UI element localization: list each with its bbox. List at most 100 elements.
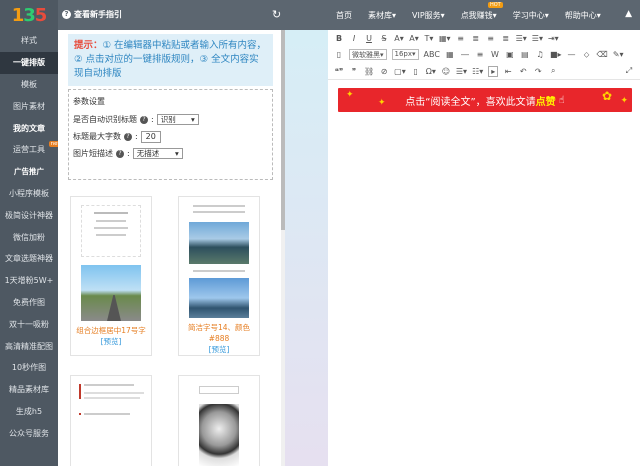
auto-title-value: 识别 xyxy=(160,115,176,124)
max-title-input[interactable]: 20 xyxy=(140,130,161,143)
bold-icon[interactable]: B xyxy=(334,34,344,43)
sidebar-item-free-drawing[interactable]: 免费作图 xyxy=(0,292,58,314)
sidebar-item-images[interactable]: 图片素材 xyxy=(0,95,58,117)
nav-help[interactable]: 帮助中心▾ xyxy=(565,10,601,21)
indent-icon[interactable]: ⇥▾ xyxy=(548,34,559,43)
format-painter-icon[interactable]: ▸ xyxy=(488,65,499,77)
frame-icon[interactable]: ▢▾ xyxy=(394,67,406,76)
help-icon[interactable]: ? xyxy=(116,149,124,158)
sidebar-item-10s-drawing[interactable]: 10秒作图 xyxy=(0,357,58,379)
img-desc-select[interactable]: 无描述 ▾ xyxy=(132,148,183,159)
preview-link[interactable]: [预览] xyxy=(71,336,151,347)
help-icon[interactable]: ? xyxy=(140,115,148,124)
undo-icon[interactable]: ↶ xyxy=(518,67,528,76)
params-title: 参数设置 xyxy=(73,97,105,106)
align-left-icon[interactable]: ≡ xyxy=(456,34,466,43)
gallery-icon[interactable]: ▤ xyxy=(520,50,530,59)
bell-icon[interactable]: ▲ xyxy=(625,9,632,19)
star-icon: ✦ xyxy=(620,96,628,106)
list-numbers-icon[interactable]: ☷▾ xyxy=(472,67,483,76)
auto-title-label: 是否自动识别标题 xyxy=(73,115,137,124)
minus-icon[interactable]: — xyxy=(567,50,577,59)
table-icon[interactable]: ▦▾ xyxy=(439,34,451,43)
help-icon[interactable]: ? xyxy=(124,132,132,141)
auto-title-select[interactable]: 识别 ▾ xyxy=(156,114,199,125)
redo-icon[interactable]: ↷ xyxy=(533,67,543,76)
preview-link[interactable]: [预览] xyxy=(179,344,259,355)
tip-box: 提示：① 在编辑器中粘贴或者输入所有内容，② 点击对应的一键排版规则，③ 全文内… xyxy=(68,34,273,86)
sidebar-section-ads: 广告推广 xyxy=(14,167,44,177)
sidebar-item-h5[interactable]: 生成h5 xyxy=(0,401,58,423)
sidebar-item-my-articles[interactable]: 我的文章 xyxy=(0,117,58,139)
list-bullets-icon[interactable]: ☰▾ xyxy=(456,67,467,76)
box-icon[interactable]: ▯ xyxy=(411,67,421,76)
highlight-icon[interactable]: A▾ xyxy=(409,34,419,43)
question-icon: ? xyxy=(62,10,71,19)
list-icon[interactable]: ☰▾ xyxy=(532,34,543,43)
omega-icon[interactable]: Ω▾ xyxy=(426,67,436,76)
refresh-icon[interactable]: ↻ xyxy=(272,8,281,21)
link-icon[interactable]: ⛓ xyxy=(364,67,374,76)
sidebar-item-hd-images[interactable]: 高清精准配图 xyxy=(0,335,58,357)
layout-panel: 提示：① 在编辑器中粘贴或者输入所有内容，② 点击对应的一键排版规则，③ 全文内… xyxy=(58,30,284,466)
nav-vip[interactable]: VIP服务▾ xyxy=(412,10,445,21)
chevron-down-icon: ▾ xyxy=(190,115,195,124)
align-center-icon[interactable]: ≣ xyxy=(471,34,481,43)
sidebar-item-double11[interactable]: 双十一吸粉 xyxy=(0,313,58,335)
italic-icon[interactable]: I xyxy=(349,34,359,43)
paragraph-icon[interactable]: ▯ xyxy=(334,50,344,59)
sidebar-item-ops-tools[interactable]: 运营工具 new xyxy=(0,139,64,161)
sidebar-item-premium[interactable]: 精品素材库 xyxy=(0,379,58,401)
music-icon[interactable]: ♫ xyxy=(535,50,545,59)
logo[interactable]: 135 xyxy=(0,0,58,30)
nav-materials[interactable]: 素材库▾ xyxy=(368,10,396,21)
nav-earn[interactable]: 点我赚钱▾ HOT xyxy=(461,1,503,21)
search-icon[interactable]: ⌕ xyxy=(548,66,558,76)
video-icon[interactable]: ■▸ xyxy=(550,50,562,59)
layout-card[interactable] xyxy=(70,375,152,466)
sidebar-item-miniprogram[interactable]: 小程序模板 xyxy=(0,183,58,205)
code-icon[interactable]: ≡ xyxy=(475,50,485,59)
font-size-select[interactable]: 16px▾ xyxy=(391,49,419,61)
sidebar-item-design[interactable]: 极简设计神器 xyxy=(0,204,58,226)
card-title: 组合边框居中17号字 xyxy=(76,326,146,335)
layout-card[interactable]: 简洁字号14、颜色#888 [预览] xyxy=(178,196,260,356)
font-family-value: 微软雅黑 xyxy=(352,51,380,60)
magic-icon[interactable]: ✎▾ xyxy=(613,50,624,59)
unlink-icon[interactable]: ⊘ xyxy=(379,67,389,76)
sidebar-item-styles[interactable]: 样式 xyxy=(0,30,58,52)
layout-card[interactable] xyxy=(178,375,260,466)
align-right-icon[interactable]: ≡ xyxy=(486,34,496,43)
line-height-icon[interactable]: ☰▾ xyxy=(516,34,527,43)
quote-icon[interactable]: ❝❞ xyxy=(334,67,344,76)
fullscreen-icon[interactable]: ⤢ xyxy=(624,66,634,76)
clear-format-icon[interactable]: ABC xyxy=(424,50,440,59)
sidebar-item-growth[interactable]: 1天增粉5W+ xyxy=(0,270,58,292)
image-icon[interactable]: ▣ xyxy=(505,50,515,59)
param-row: 是否自动识别标题 ?: 识别 ▾ xyxy=(73,111,268,128)
quote-alt-icon[interactable]: ❞ xyxy=(349,67,359,76)
font-family-select[interactable]: 微软雅黑▾ xyxy=(349,49,387,61)
strikethrough-icon[interactable]: S̶ xyxy=(379,34,389,43)
export-icon[interactable]: ⇤ xyxy=(503,67,513,76)
sidebar-item-topics[interactable]: 文章选题神器 xyxy=(0,248,58,270)
sidebar-item-mp-service[interactable]: 公众号服务 xyxy=(0,422,58,444)
grid-icon[interactable]: ▦ xyxy=(445,50,455,59)
sidebar-item-followers[interactable]: 微信加粉 xyxy=(0,226,58,248)
hr-icon[interactable]: ― xyxy=(460,50,470,59)
word-icon[interactable]: W xyxy=(490,50,500,59)
nav-learn[interactable]: 学习中心▾ xyxy=(513,10,549,21)
justify-icon[interactable]: ≣ xyxy=(501,34,511,43)
guide-label: 查看新手指引 xyxy=(74,10,122,19)
new-user-guide-link[interactable]: ? 查看新手指引 xyxy=(62,9,122,20)
eraser-icon[interactable]: ⌫ xyxy=(597,50,608,59)
pin-icon[interactable]: ⬦ xyxy=(582,50,592,60)
emoji-icon[interactable]: ☺ xyxy=(441,67,451,76)
nav-home[interactable]: 首页 xyxy=(336,10,352,21)
font-color-icon[interactable]: A▾ xyxy=(394,34,404,43)
format-icon[interactable]: T▾ xyxy=(424,34,434,43)
sidebar-item-templates[interactable]: 模板 xyxy=(0,74,58,96)
sidebar-item-one-click-layout[interactable]: 一键排版 xyxy=(0,51,58,74)
layout-card[interactable]: 组合边框居中17号字 [预览] xyxy=(70,196,152,356)
underline-icon[interactable]: U xyxy=(364,34,374,43)
